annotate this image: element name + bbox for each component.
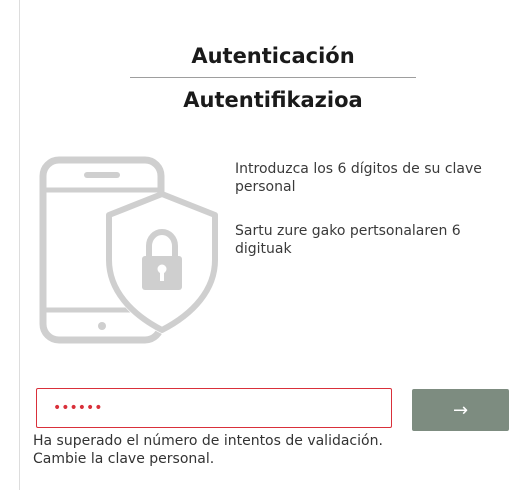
phone-shield-lock-icon: [39, 156, 218, 344]
page-title-es: Autenticación: [191, 44, 355, 68]
page-title-eu: Autentifikazioa: [183, 88, 363, 112]
instruction-text-eu: Sartu zure gako pertsonalaren 6 digituak: [235, 223, 461, 257]
personal-code-input[interactable]: [36, 388, 392, 428]
title-divider: [130, 77, 416, 78]
error-message: Ha superado el número de intentos de val…: [33, 433, 383, 467]
instruction-text-es: Introduzca los 6 dígitos de su clave per…: [235, 161, 482, 195]
submit-button[interactable]: →: [412, 389, 509, 431]
arrow-right-icon: →: [452, 399, 469, 421]
auth-card: Autenticación Autentifikazioa Introduzca…: [19, 0, 524, 490]
